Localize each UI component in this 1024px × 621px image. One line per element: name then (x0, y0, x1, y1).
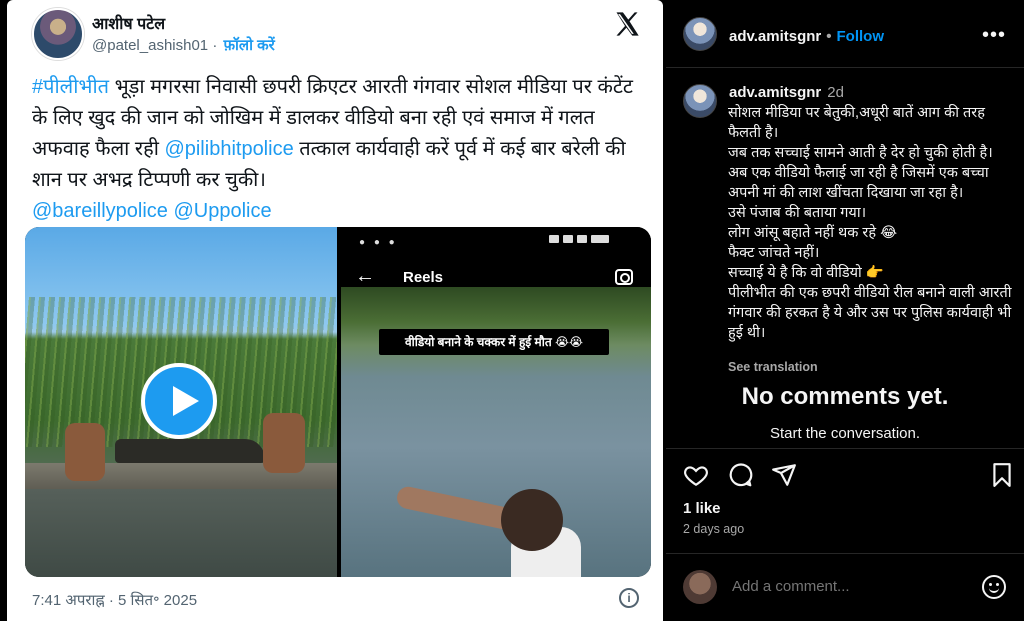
more-icon[interactable]: ••• (982, 24, 1006, 47)
tweet-link[interactable]: @Uppolice (173, 200, 271, 222)
caption-line: पीलीभीत की एक छपरी वीडियो रील बनाने वाली… (728, 285, 1012, 341)
share-icon[interactable] (771, 462, 797, 488)
start-conversation-text: Start the conversation. (769, 425, 921, 442)
tweet-link[interactable]: @bareillypolice (32, 200, 168, 222)
child-head-figure (501, 489, 563, 551)
ig-post-user-row: adv.amitsgnr 2d (729, 84, 844, 101)
camera-icon[interactable] (615, 269, 633, 285)
ig-header-username[interactable]: adv.amitsgnr (729, 28, 821, 45)
ig-header-user-row: adv.amitsgnr • Follow (729, 28, 884, 45)
back-arrow-icon[interactable]: ← (355, 265, 375, 288)
status-dots: ● ● ● (359, 237, 398, 248)
ig-caption: सोशल मीडिया पर बेतुकी,अधूरी बातें आग की … (728, 103, 1012, 343)
post-date: 2 days ago (683, 522, 745, 536)
emoji-icon[interactable] (982, 575, 1006, 599)
video-caption: वीडियो बनाने के चक्कर में हुई मौत 😭😭 (379, 329, 609, 355)
bookmark-icon[interactable] (989, 462, 1015, 488)
tweet-card: आशीष पटेल @patel_ashish01 · फ़ॉलो करें #… (7, 0, 663, 621)
crocodile-figure (115, 439, 265, 463)
separator: · (212, 37, 218, 54)
ig-post-username[interactable]: adv.amitsgnr (729, 84, 821, 101)
ig-profile-avatar[interactable] (683, 17, 717, 51)
caption-line: उसे पंजाब की बताया गया। (728, 205, 867, 221)
status-icons (545, 235, 635, 245)
tweet-author-name[interactable]: आशीष पटेल (92, 12, 165, 34)
tweet-author-avatar[interactable] (32, 8, 84, 60)
separator: • (826, 28, 832, 45)
caption-line: जब तक सच्चाई सामने आती है देर हो चुकी हो… (728, 145, 993, 161)
divider (666, 448, 1024, 449)
video-thumbnail-left[interactable] (25, 227, 337, 577)
phone-status-bar: ● ● ● (341, 227, 651, 255)
reels-title: Reels (403, 269, 444, 286)
info-icon[interactable]: i (619, 588, 639, 608)
caption-line: लोग आंसू बहाते नहीं थक रहे 😂 (728, 225, 898, 241)
tweet-media[interactable]: ● ● ● ← Reels वीडियो बनाने के चक्कर में … (25, 227, 651, 577)
commenter-avatar (683, 570, 717, 604)
x-logo-icon[interactable] (613, 10, 641, 38)
person-figure-right (263, 413, 305, 473)
comment-input[interactable] (732, 578, 962, 595)
ig-post-time: 2d (827, 84, 844, 101)
tweet-text: #पीलीभीत भूड़ा मगरसा निवासी छपरी क्रिएटर… (32, 72, 644, 227)
video-thumbnail-right[interactable]: ● ● ● ← Reels वीडियो बनाने के चक्कर में … (341, 227, 651, 577)
like-count[interactable]: 1 like (683, 500, 721, 517)
tweet-link[interactable]: #पीलीभीत (32, 76, 109, 98)
river-water (25, 489, 337, 577)
comment-bar (666, 553, 1024, 621)
ig-post-avatar[interactable] (683, 84, 717, 118)
instagram-panel: adv.amitsgnr • Follow ••• adv.amitsgnr 2d स… (666, 0, 1024, 621)
ig-follow-button[interactable]: Follow (837, 28, 885, 45)
comment-icon[interactable] (727, 462, 753, 488)
play-icon[interactable] (141, 363, 217, 439)
heart-icon[interactable] (683, 462, 709, 488)
tweet-author-handle[interactable]: @patel_ashish01 (92, 37, 208, 54)
caption-line: अब एक वीडियो फैलाई जा रही है जिसमें एक ब… (728, 165, 989, 201)
reels-header: ← Reels (341, 263, 651, 293)
tweet-follow-button[interactable]: फ़ॉलो करें (223, 37, 274, 54)
tweet-handle-row: @patel_ashish01 · फ़ॉलो करें (92, 35, 275, 55)
tweet-link[interactable]: @pilibhitpolice (164, 138, 293, 160)
person-figure-left (65, 423, 105, 481)
tweet-timestamp[interactable]: 7:41 अपराह्न · 5 सित॰ 2025 (32, 590, 197, 610)
caption-line: फैक्ट जांचते नहीं। (728, 245, 820, 261)
see-translation-link[interactable]: See translation (728, 360, 818, 374)
caption-line: सच्चाई ये है कि वो वीडियो 👉 (728, 265, 884, 281)
ig-header: adv.amitsgnr • Follow ••• (666, 0, 1024, 68)
floating-body-figure (395, 484, 517, 532)
no-comments-title: No comments yet. (741, 383, 949, 410)
caption-line: सोशल मीडिया पर बेतुकी,अधूरी बातें आग की … (728, 105, 985, 141)
